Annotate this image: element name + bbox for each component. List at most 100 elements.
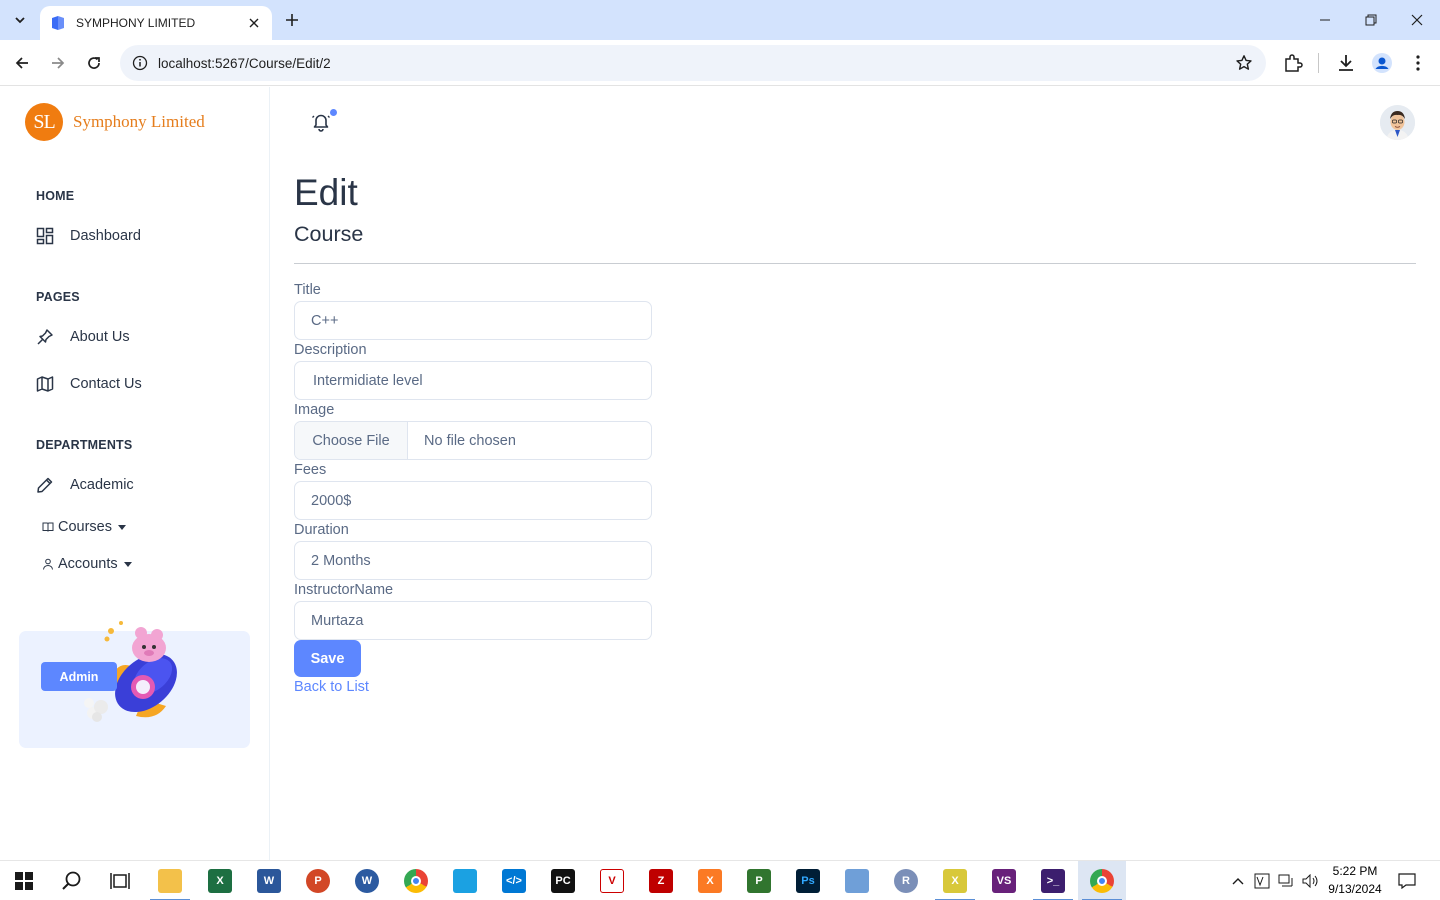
section-divider	[294, 263, 1416, 264]
description-field[interactable]: Intermidiate level	[294, 361, 652, 400]
taskbar-r-app[interactable]: R	[882, 861, 930, 900]
browser-toolbar: localhost:5267/Course/Edit/2	[0, 40, 1440, 86]
reload-icon	[88, 57, 100, 69]
terminal-icon: >_	[1041, 869, 1065, 893]
taskbar-visual-studio[interactable]: VS	[980, 861, 1028, 900]
person-icon	[42, 558, 54, 570]
chevron-down-icon	[15, 17, 25, 24]
bookmark-star-icon[interactable]	[1232, 51, 1256, 75]
extensions-icon[interactable]	[1281, 51, 1305, 75]
system-clock[interactable]: 5:22 PM 9/13/2024	[1316, 862, 1394, 898]
taskbar-file-explorer[interactable]	[146, 861, 194, 900]
visual-paradigm-icon: V	[600, 869, 624, 893]
sidebar-item-contact[interactable]: Contact Us	[36, 372, 142, 396]
sidebar-item-dashboard[interactable]: Dashboard	[36, 224, 141, 248]
minimize-button[interactable]	[1302, 0, 1348, 40]
title-field[interactable]: C++	[294, 301, 652, 340]
sidebar-item-label: Academic	[70, 477, 134, 493]
duration-field[interactable]: 2 Months	[294, 541, 652, 580]
save-button[interactable]: Save	[294, 640, 361, 677]
taskbar-photoshop[interactable]: Ps	[784, 861, 832, 900]
caret-down-icon	[118, 524, 126, 530]
sidebar-item-academic[interactable]: Academic	[36, 473, 134, 497]
page-subtitle: Course	[294, 222, 364, 246]
url-text[interactable]: localhost:5267/Course/Edit/2	[158, 56, 1232, 71]
clock-date: 9/13/2024	[1328, 882, 1382, 896]
nav-caption-home: HOME	[36, 189, 75, 203]
profile-icon[interactable]	[1370, 51, 1394, 75]
taskbar-app-w[interactable]: W	[343, 861, 391, 900]
title-label: Title	[294, 282, 321, 298]
sidebar-item-label: Courses	[58, 519, 112, 535]
avatar-icon	[1380, 105, 1415, 140]
taskbar-filezilla[interactable]: Z	[637, 861, 685, 900]
tray-app-icon[interactable]	[1252, 861, 1272, 900]
network-icon[interactable]	[1276, 861, 1296, 900]
choose-file-button[interactable]: Choose File	[295, 422, 408, 459]
caret-down-icon	[123, 561, 132, 567]
restore-button[interactable]	[1348, 0, 1394, 40]
taskbar-chrome-active[interactable]	[1078, 861, 1126, 900]
photoshop-icon: Ps	[796, 869, 820, 893]
sidebar-item-about[interactable]: About Us	[36, 325, 130, 349]
tab-search-button[interactable]	[8, 8, 32, 32]
arrow-right-icon	[52, 57, 65, 69]
downloads-icon[interactable]	[1334, 51, 1358, 75]
taskbar-app-network[interactable]	[441, 861, 489, 900]
brand[interactable]: SL Symphony Limited	[25, 103, 205, 141]
address-bar[interactable]: localhost:5267/Course/Edit/2	[120, 45, 1266, 81]
back-button[interactable]	[8, 49, 36, 77]
taskbar-box-app[interactable]	[833, 861, 881, 900]
browser-tab[interactable]: SYMPHONY LIMITED	[40, 6, 272, 40]
kebab-menu-icon[interactable]	[1406, 51, 1430, 75]
dashboard-icon	[36, 227, 54, 245]
taskbar-excel[interactable]: X	[196, 861, 244, 900]
sidebar-item-label: About Us	[70, 329, 130, 345]
sidebar-item-label: Dashboard	[70, 228, 141, 244]
chrome-icon	[404, 869, 428, 893]
taskbar-chrome[interactable]	[392, 861, 440, 900]
brand-name: Symphony Limited	[73, 112, 205, 131]
tray-overflow-icon[interactable]	[1228, 861, 1248, 900]
user-avatar[interactable]	[1380, 105, 1415, 140]
fees-field[interactable]: 2000$	[294, 481, 652, 520]
close-window-button[interactable]	[1394, 0, 1440, 40]
tab-close-icon[interactable]	[246, 15, 262, 31]
taskbar-terminal[interactable]: >_	[1029, 861, 1077, 900]
sidebar-dropdown-accounts[interactable]: Accounts	[42, 553, 132, 575]
taskbar-vscode[interactable]: </>	[490, 861, 538, 900]
windows-taskbar: X W P W </> PC V Z X P Ps R X VS >_	[0, 860, 1440, 900]
taskbar-pycharm[interactable]: PC	[539, 861, 587, 900]
taskbar-powerpoint[interactable]: P	[294, 861, 342, 900]
reload-button[interactable]	[80, 49, 108, 77]
taskbar-visual-paradigm[interactable]: V	[588, 861, 636, 900]
notifications-icon[interactable]	[1396, 861, 1418, 900]
back-to-list-link[interactable]: Back to List	[294, 679, 369, 695]
restore-icon	[1365, 14, 1377, 26]
page-title: Edit	[294, 172, 358, 213]
admin-button[interactable]: Admin	[41, 662, 117, 691]
fees-label: Fees	[294, 462, 327, 478]
search-taskbar-button[interactable]	[48, 861, 96, 900]
taskbar-app-x[interactable]: X	[931, 861, 979, 900]
sidebar-dropdown-courses[interactable]: Courses	[42, 516, 126, 538]
taskbar-project[interactable]: P	[735, 861, 783, 900]
pin-icon	[36, 328, 54, 346]
instructor-field[interactable]: Murtaza	[294, 601, 652, 640]
powerpoint-icon: P	[306, 869, 330, 893]
sidebar-item-label: Contact Us	[70, 376, 142, 392]
instructor-label: InstructorName	[294, 582, 394, 598]
new-tab-button[interactable]	[280, 8, 304, 32]
sidebar: SL Symphony Limited HOME Dashboard PAGES…	[0, 87, 270, 860]
start-button[interactable]	[0, 861, 48, 900]
promo-card: Admin	[19, 621, 250, 748]
forward-button[interactable]	[44, 49, 72, 77]
nav-caption-pages: PAGES	[36, 290, 80, 304]
taskbar-word[interactable]: W	[245, 861, 293, 900]
site-info-icon[interactable]	[130, 53, 150, 73]
task-view-button[interactable]	[96, 861, 144, 900]
taskbar-xampp[interactable]: X	[686, 861, 734, 900]
site-favicon-icon	[52, 16, 64, 30]
plus-icon	[286, 14, 298, 26]
image-file-input[interactable]: Choose File No file chosen	[294, 421, 652, 460]
